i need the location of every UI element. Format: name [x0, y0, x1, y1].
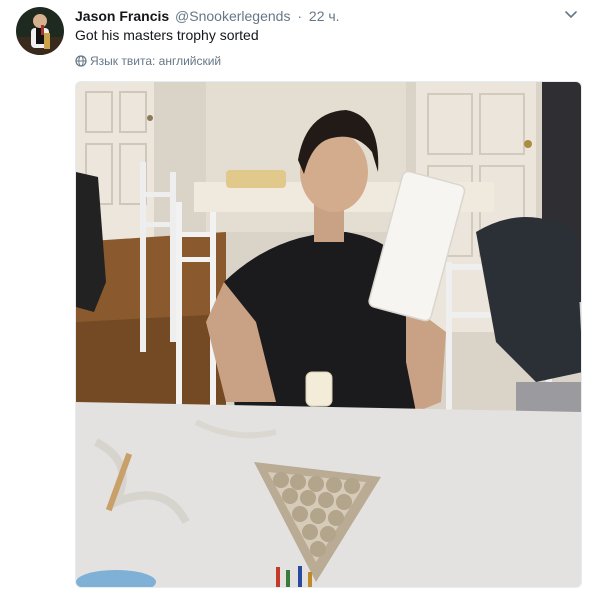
globe-icon [75, 55, 87, 67]
tweet-header: Jason Francis @Snookerlegends · 22 ч. [75, 6, 340, 26]
tweet-photo[interactable] [75, 81, 582, 588]
author-handle[interactable]: @Snookerlegends [175, 8, 290, 24]
tweet-text: Got his masters trophy sorted [75, 27, 259, 43]
avatar[interactable] [16, 7, 64, 55]
chevron-down-icon[interactable] [562, 6, 580, 24]
separator: · [297, 8, 303, 24]
author-name[interactable]: Jason Francis [75, 8, 169, 24]
language-indicator[interactable]: Язык твита: английский [75, 53, 221, 69]
timestamp[interactable]: 22 ч. [309, 8, 340, 24]
language-label: Язык твита: английский [90, 54, 222, 68]
tweet[interactable]: Jason Francis @Snookerlegends · 22 ч. Go… [0, 0, 590, 591]
photo-illustration [76, 82, 581, 587]
